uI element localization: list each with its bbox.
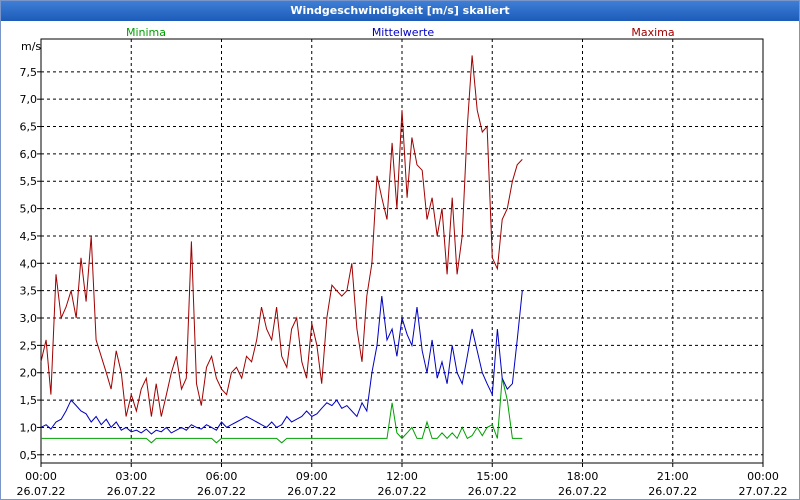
y-tick-label: 4,5 [20,230,38,243]
x-tick-time: 00:00 [747,470,779,483]
x-tick-time: 00:00 [25,470,57,483]
x-tick-time: 12:00 [386,470,418,483]
x-tick-time: 06:00 [206,470,238,483]
legend-entry-mittelwerte: Mittelwerte [372,26,435,39]
x-tick-date: 26.07.22 [378,485,427,498]
x-tick-time: 18:00 [567,470,599,483]
legend-entry-minima: Minima [126,26,166,39]
x-tick-date: 26.07.22 [197,485,246,498]
x-tick-date: 26.07.22 [287,485,336,498]
wind-speed-chart: 0,5 1,0 1,5 2,0 2,5 3,0 3,5 4,0 4,5 5,0 5,5 6,0 6,5 7… [17,26,788,498]
y-axis-label: m/s [21,40,41,53]
chart-window: Windgeschwindigkeit [m/s] skaliert 0,5 1,… [0,0,800,500]
series-line-minima [41,378,523,444]
y-tick-label: 2,5 [20,339,38,352]
y-tick-label: 6,5 [20,121,38,134]
x-tick-time: 09:00 [296,470,328,483]
x-tick-date: 26.07.22 [648,485,697,498]
x-tick-date: 26.07.22 [17,485,66,498]
y-tick-label: 3,5 [20,285,38,298]
data-series [40,55,523,444]
x-tick-time: 03:00 [115,470,147,483]
y-tick-label: 4,0 [20,257,38,270]
y-tick-label: 5,0 [20,203,38,216]
x-tick-date: 26.07.22 [558,485,607,498]
y-tick-label: 1,0 [20,421,38,434]
x-tick-date: 27.07.22 [739,485,788,498]
x-tick-time: 15:00 [476,470,508,483]
y-tick-label: 5,5 [20,175,38,188]
y-tick-label: 2,0 [20,367,38,380]
y-tick-label: 0,5 [20,449,38,462]
x-tick-time: 21:00 [657,470,689,483]
axes [37,38,764,467]
x-tick-date: 26.07.22 [107,485,156,498]
y-tick-label: 7,0 [20,93,38,106]
y-tick-label: 6,0 [20,148,38,161]
y-tick-label: 1,5 [20,394,38,407]
y-tick-labels: 0,5 1,0 1,5 2,0 2,5 3,0 3,5 4,0 4,5 5,0 5,5 6,0 6,5 7… [20,66,38,462]
legend-entry-maxima: Maxima [631,26,674,39]
legend: Minima Mittelwerte Maxima [126,26,675,39]
y-tick-label: 3,0 [20,312,38,325]
x-tick-date: 26.07.22 [468,485,517,498]
series-line-mittelwerte [40,290,523,435]
y-tick-label: 7,5 [20,66,38,79]
x-tick-labels: 00:00 26.07.22 03:00 26.07.22 06:00 26.07.22 0… [17,470,788,498]
